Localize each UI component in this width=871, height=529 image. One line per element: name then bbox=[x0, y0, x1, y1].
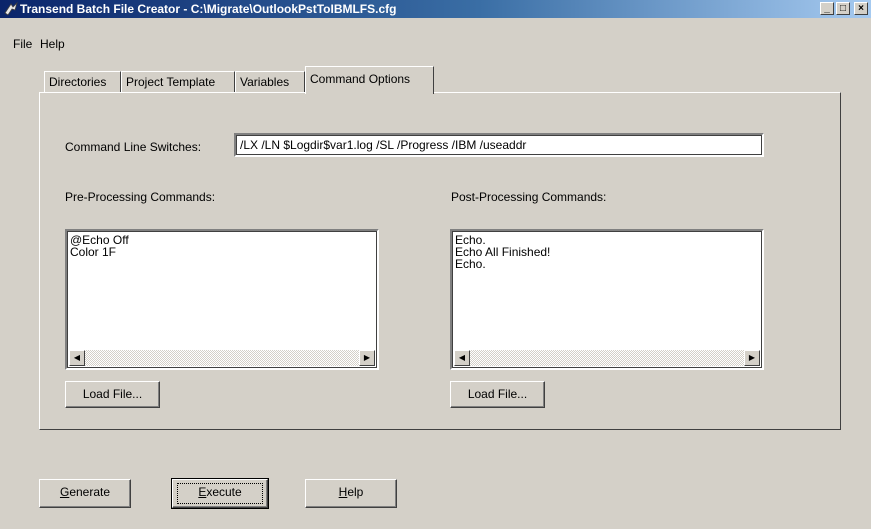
load-file-post-label: Load File... bbox=[467, 387, 528, 401]
tab-variables[interactable]: Variables bbox=[235, 71, 305, 92]
menu-bar bbox=[0, 19, 871, 39]
switches-label: Command Line Switches: bbox=[65, 140, 202, 154]
menu-file[interactable]: File bbox=[13, 37, 32, 51]
load-file-pre-label: Load File... bbox=[82, 387, 143, 401]
scroll-right-icon[interactable]: ▶ bbox=[359, 350, 375, 366]
tab-directories[interactable]: Directories bbox=[44, 71, 121, 92]
post-processing-label: Post-Processing Commands: bbox=[451, 190, 607, 204]
window-title: Transend Batch File Creator - C:\Migrate… bbox=[20, 2, 397, 16]
help-label: Help bbox=[338, 485, 364, 499]
app-icon bbox=[4, 1, 18, 16]
execute-label: Execute bbox=[198, 485, 242, 499]
menu-help[interactable]: Help bbox=[40, 37, 65, 51]
pre-processing-text: @Echo Off Color 1F bbox=[70, 233, 129, 259]
tab-command-options[interactable]: Command Options bbox=[305, 66, 434, 94]
close-icon: × bbox=[858, 3, 864, 14]
help-button[interactable]: Help bbox=[305, 479, 397, 508]
maximize-icon: □ bbox=[839, 3, 847, 14]
pre-processing-label: Pre-Processing Commands: bbox=[65, 190, 216, 204]
pre-processing-scrollbar[interactable]: ◀ ▶ bbox=[69, 350, 375, 366]
post-processing-scrollbar[interactable]: ◀ ▶ bbox=[454, 350, 760, 366]
scroll-left-icon[interactable]: ◀ bbox=[454, 350, 470, 366]
load-file-pre-button[interactable]: Load File... bbox=[65, 381, 160, 408]
scroll-right-icon[interactable]: ▶ bbox=[744, 350, 760, 366]
generate-label: Generate bbox=[59, 485, 111, 499]
pre-processing-textarea[interactable]: @Echo Off Color 1F ◀ ▶ bbox=[65, 229, 379, 370]
maximize-button[interactable]: □ bbox=[836, 2, 850, 15]
tab-project-template[interactable]: Project Template bbox=[121, 71, 235, 92]
minimize-button[interactable]: _ bbox=[820, 2, 834, 15]
post-processing-text: Echo. Echo All Finished! Echo. bbox=[455, 233, 551, 271]
load-file-post-button[interactable]: Load File... bbox=[450, 381, 545, 408]
close-button[interactable]: × bbox=[854, 2, 868, 15]
post-processing-textarea[interactable]: Echo. Echo All Finished! Echo. ◀ ▶ bbox=[450, 229, 764, 370]
title-bar[interactable]: Transend Batch File Creator - C:\Migrate… bbox=[0, 0, 871, 18]
switches-input[interactable]: /LX /LN $Logdir$var1.log /SL /Progress /… bbox=[234, 133, 764, 157]
scroll-left-icon[interactable]: ◀ bbox=[69, 350, 85, 366]
switches-value: /LX /LN $Logdir$var1.log /SL /Progress /… bbox=[240, 138, 527, 152]
minimize-icon: _ bbox=[824, 3, 830, 14]
execute-button[interactable]: Execute bbox=[171, 478, 269, 509]
generate-button[interactable]: Generate bbox=[39, 479, 131, 508]
